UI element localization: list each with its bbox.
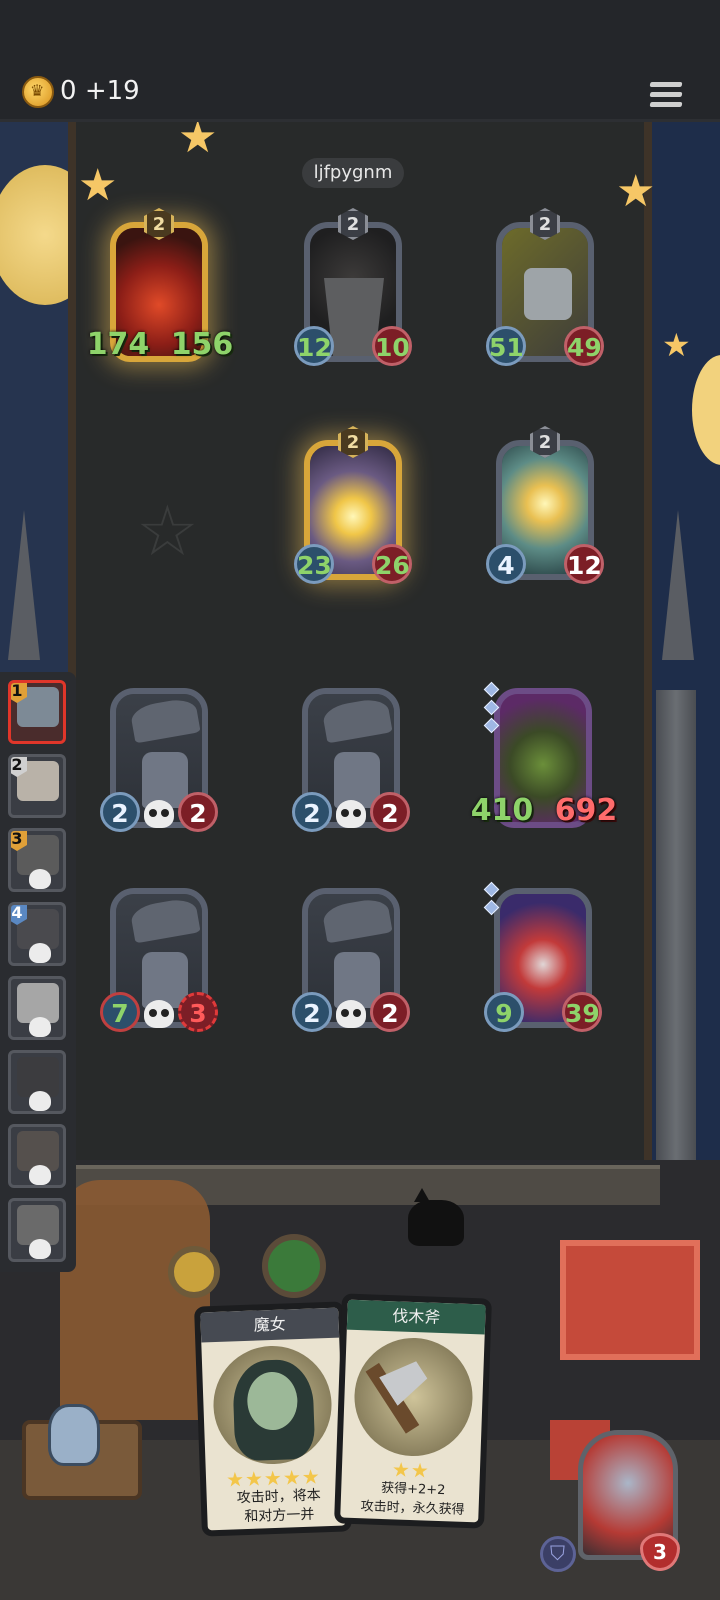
ranking-slot[interactable] xyxy=(8,1124,66,1188)
attack-value: 2 xyxy=(292,992,332,1032)
attack-value: 51 xyxy=(486,326,526,366)
rank-pips xyxy=(483,881,500,920)
opponent-name-tag: ljfpygnm xyxy=(302,158,404,188)
health-value: 26 xyxy=(372,544,412,584)
tower-spire-left xyxy=(8,510,40,660)
attack-value: 9 xyxy=(484,992,524,1032)
eliminated-skull-icon xyxy=(29,869,51,889)
eliminated-skull-icon xyxy=(29,1091,51,1111)
card-description: 攻击时，将本 和对方一并 xyxy=(236,1487,321,1526)
damaged-health-value: 3 xyxy=(178,992,218,1032)
green-gem-slot xyxy=(262,1234,326,1298)
pentagram-doodle: ☆ xyxy=(136,490,199,572)
top-bar: 0 +19 xyxy=(0,0,720,122)
player-unit-bell-robot[interactable]: 2 2 xyxy=(100,676,218,834)
opponent-unit-dragon[interactable]: 2 174 156 xyxy=(87,208,233,368)
ranking-slot[interactable]: 1 xyxy=(8,680,66,744)
gift-box-decoration xyxy=(560,1240,700,1360)
eliminated-skull-icon xyxy=(29,943,51,963)
hand-card-witch[interactable]: 魔女 ★★★★★ 攻击时，将本 和对方一并 xyxy=(194,1301,352,1537)
eliminated-skull-icon xyxy=(29,1165,51,1185)
ranking-slot[interactable] xyxy=(8,1198,66,1262)
player-unit-bell-robot[interactable]: 2 2 xyxy=(292,676,410,834)
card-description: 获得+2+2 攻击时，永久获得+1+1 xyxy=(360,1480,465,1529)
opponent-unit-glowing-robot[interactable]: 2 4 12 xyxy=(486,426,604,586)
gold-amount: 0 xyxy=(60,76,77,106)
player-ranking-list: 1 2 3 4 xyxy=(0,672,76,1272)
attack-value: 4 xyxy=(486,544,526,584)
gold-coin-slot xyxy=(168,1246,220,1298)
star-decoration: ★ xyxy=(662,326,691,364)
attack-value: 174 xyxy=(86,327,150,362)
gold-income: +19 xyxy=(84,76,140,106)
card-name: 伐木斧 xyxy=(346,1299,486,1335)
health-value: 2 xyxy=(370,792,410,832)
gold-counter: 0 +19 xyxy=(60,76,140,106)
ranking-slot[interactable]: 3 xyxy=(8,828,66,892)
attack-value: 410 xyxy=(470,793,534,828)
player-unit-bell-robot[interactable]: 7 3 xyxy=(100,876,218,1034)
player-unit-goblin[interactable]: 410 692 xyxy=(471,676,617,834)
star-decoration: ★ xyxy=(78,160,118,211)
shield-icon[interactable] xyxy=(540,1536,576,1572)
health-value: 49 xyxy=(564,326,604,366)
eliminated-skull-icon xyxy=(29,1017,51,1037)
player-unit-bell-robot[interactable]: 2 2 xyxy=(292,876,410,1034)
hand-card-axe[interactable]: 伐木斧 ★★ 获得+2+2 攻击时，永久获得+1+1 xyxy=(334,1293,492,1529)
attack-value: 2 xyxy=(100,792,140,832)
health-value: 10 xyxy=(372,326,412,366)
rank-pips xyxy=(483,681,500,738)
card-name: 魔女 xyxy=(200,1307,340,1343)
ranking-slot[interactable] xyxy=(8,976,66,1040)
black-cat-decoration xyxy=(408,1188,464,1246)
ranking-slot[interactable]: 2 xyxy=(8,754,66,818)
health-value: 156 xyxy=(170,327,234,362)
skull-icon xyxy=(336,800,366,828)
star-decoration: ★ xyxy=(616,166,656,217)
attack-value: 12 xyxy=(294,326,334,366)
health-value: 2 xyxy=(178,792,218,832)
hero-avatar[interactable] xyxy=(48,1404,100,1466)
opponent-unit-robot[interactable]: 2 51 49 xyxy=(486,208,604,368)
health-value: 2 xyxy=(370,992,410,1032)
skull-icon xyxy=(336,1000,366,1028)
tower-spire-right xyxy=(662,510,694,660)
opponent-unit-glowing-ghost[interactable]: 2 23 26 xyxy=(294,426,412,586)
health-value: 39 xyxy=(562,992,602,1032)
attack-value: 7 xyxy=(100,992,140,1032)
skull-icon xyxy=(144,800,174,828)
rocking-horse-decoration xyxy=(60,1180,210,1420)
attack-value: 2 xyxy=(292,792,332,832)
health-value: 692 xyxy=(554,793,618,828)
skull-icon xyxy=(144,1000,174,1028)
player-unit-clown[interactable]: 9 39 xyxy=(483,876,602,1034)
witch-art xyxy=(211,1343,334,1467)
health-value: 12 xyxy=(564,544,604,584)
ranking-slot[interactable]: 4 xyxy=(8,902,66,966)
axe-art xyxy=(352,1335,475,1459)
menu-icon[interactable] xyxy=(649,82,683,112)
opponent-unit-knight[interactable]: 2 12 10 xyxy=(294,208,412,368)
eliminated-skull-icon xyxy=(29,1239,51,1259)
attack-value: 23 xyxy=(294,544,334,584)
crown-coin-icon xyxy=(22,76,54,108)
ranking-slot[interactable] xyxy=(8,1050,66,1114)
